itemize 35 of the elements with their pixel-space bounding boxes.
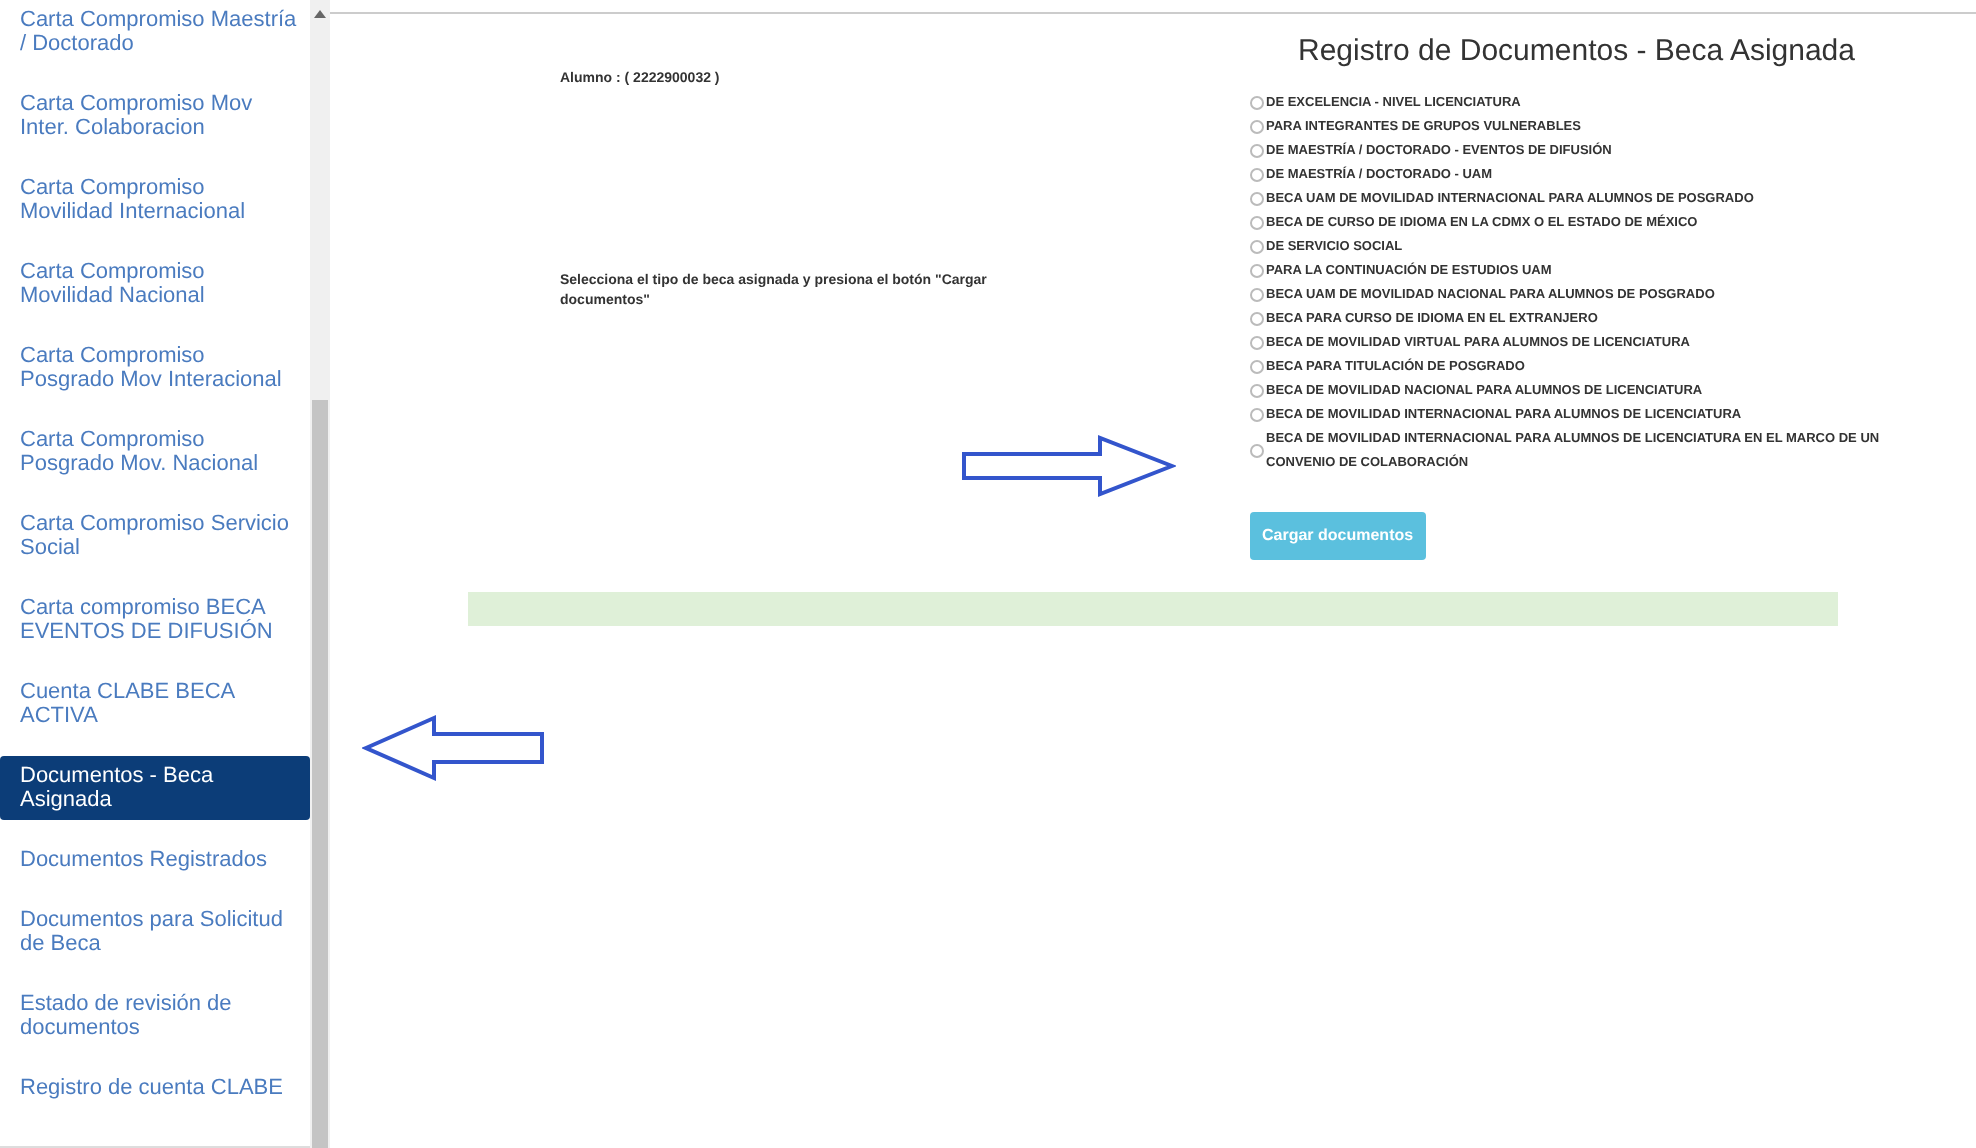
sidebar-item[interactable]: Carta Compromiso Posgrado Mov Interacional xyxy=(0,336,310,400)
sidebar-item[interactable]: Carta Compromiso Maestría / Doctorado xyxy=(0,0,310,64)
radio-button[interactable] xyxy=(1250,120,1264,134)
page-title: Registro de Documentos - Beca Asignada xyxy=(1298,32,1857,72)
scrollbar-thumb[interactable] xyxy=(312,400,328,1148)
sidebar-item[interactable]: Carta Compromiso Posgrado Mov. Nacional xyxy=(0,420,310,484)
radio-button[interactable] xyxy=(1250,444,1264,458)
sidebar-item[interactable]: Carta Compromiso Servicio Social xyxy=(0,504,310,568)
scroll-up-icon[interactable] xyxy=(314,8,326,20)
scrollbar[interactable] xyxy=(310,0,330,1148)
sidebar-item[interactable]: Carta compromiso BECA EVENTOS DE DIFUSIÓN xyxy=(0,588,310,652)
sidebar-item[interactable]: Documentos Registrados xyxy=(0,840,310,880)
sidebar-item[interactable]: Cuenta CLABE BECA ACTIVA xyxy=(0,672,310,736)
radio-button[interactable] xyxy=(1250,264,1264,278)
left-arrow-icon xyxy=(362,714,546,782)
radio-button[interactable] xyxy=(1250,168,1264,182)
radio-button[interactable] xyxy=(1250,288,1264,302)
right-arrow-icon xyxy=(960,433,1176,497)
radio-button[interactable] xyxy=(1250,336,1264,350)
radio-button[interactable] xyxy=(1250,192,1264,206)
sidebar-item[interactable]: Carta Compromiso Mov Inter. Colaboracion xyxy=(0,84,310,148)
radio-button[interactable] xyxy=(1250,360,1264,374)
sidebar-item[interactable]: Documentos para Solicitud de Beca xyxy=(0,900,310,964)
sidebar-item[interactable]: Documentos - Beca Asignada xyxy=(0,756,310,820)
sidebar-item[interactable]: Carta Compromiso Movilidad Nacional xyxy=(0,252,310,316)
radio-button[interactable] xyxy=(1250,96,1264,110)
radio-button[interactable] xyxy=(1250,408,1264,422)
radio-button[interactable] xyxy=(1250,312,1264,326)
sidebar-item[interactable]: Estado de revisión de documentos xyxy=(0,984,310,1048)
radio-button[interactable] xyxy=(1250,384,1264,398)
radio-button[interactable] xyxy=(1250,144,1264,158)
sidebar-item[interactable]: Carta Compromiso Movilidad Internacional xyxy=(0,168,310,232)
sidebar-item[interactable]: Registro de cuenta CLABE xyxy=(0,1068,310,1108)
radio-button[interactable] xyxy=(1250,216,1264,230)
radio-button[interactable] xyxy=(1250,240,1264,254)
